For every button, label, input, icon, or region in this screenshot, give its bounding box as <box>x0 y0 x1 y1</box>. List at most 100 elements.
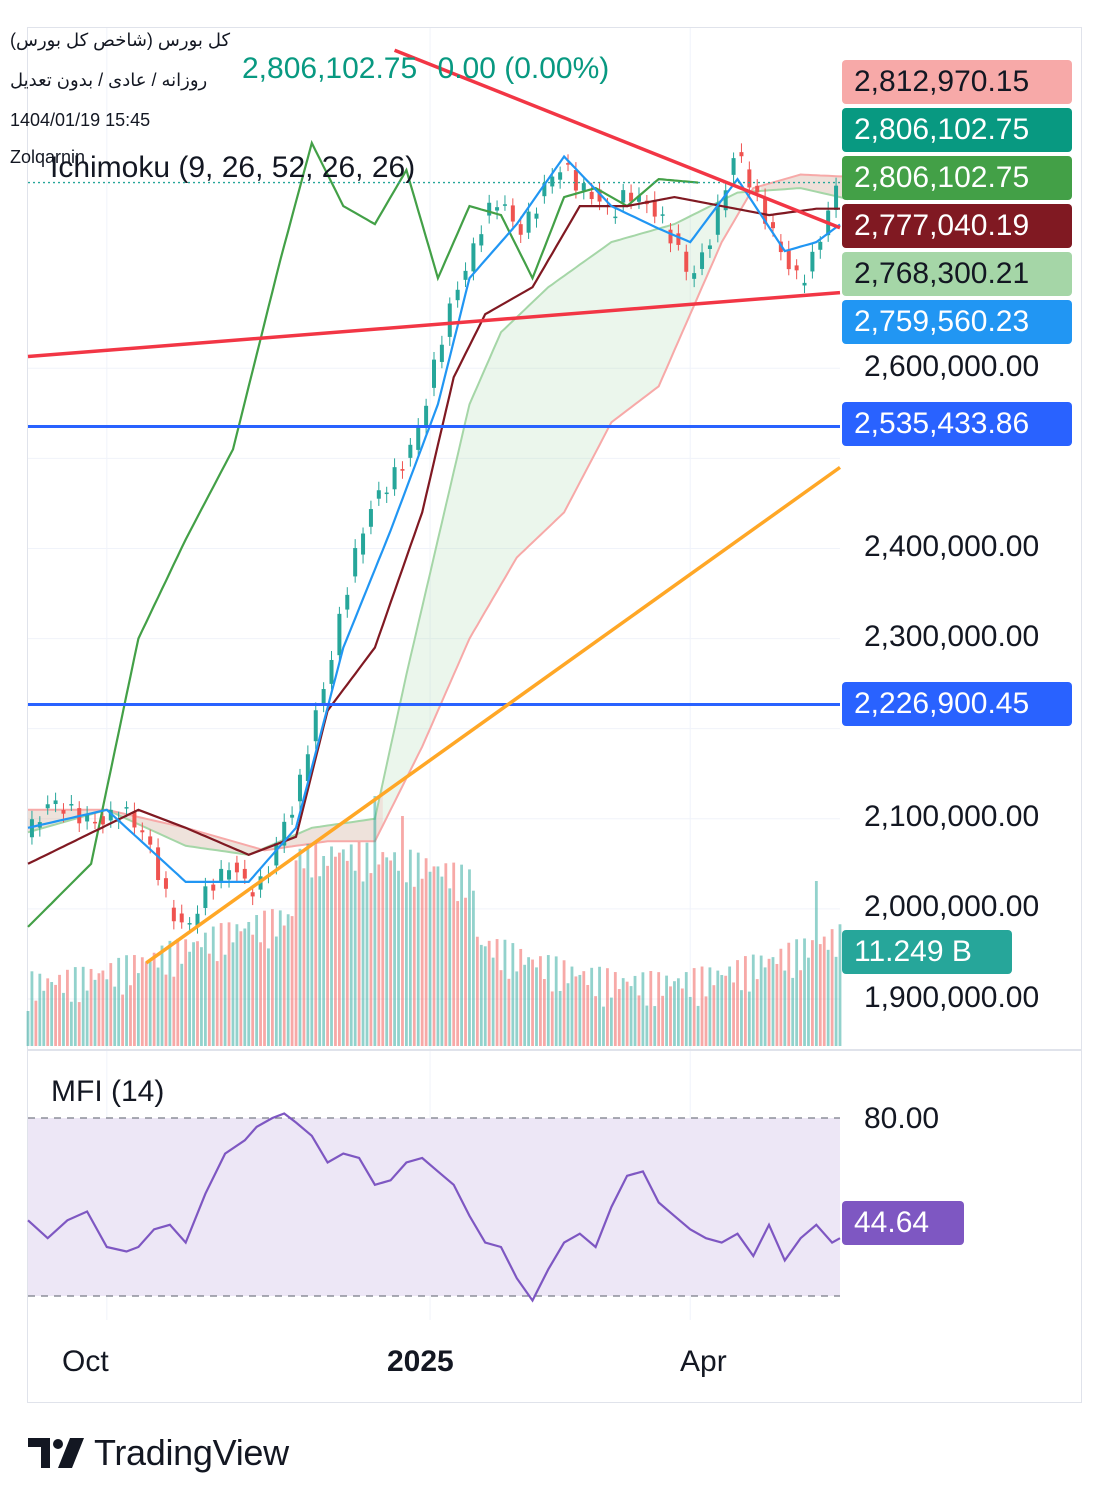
volume-bar <box>704 996 708 1046</box>
volume-bar <box>684 972 688 1046</box>
candle-body <box>463 270 468 280</box>
candle-body <box>61 810 66 814</box>
volume-bar <box>290 916 294 1046</box>
mfi-label[interactable]: MFI (14) <box>51 1075 164 1109</box>
volume-bar <box>223 954 227 1046</box>
volume-bar <box>791 977 795 1046</box>
volume-bar <box>716 970 720 1046</box>
y-tick-2600000: 2,600,000.00 <box>864 350 1040 383</box>
volume-bar <box>211 926 215 1046</box>
volume-bar <box>629 986 633 1046</box>
volume-bar <box>192 942 195 1046</box>
volume-bar <box>811 940 814 1046</box>
volume-bar <box>160 945 164 1046</box>
candle-body <box>163 878 168 889</box>
volume-bar <box>408 849 412 1046</box>
volume-bar <box>341 849 345 1046</box>
candle-body <box>234 862 239 873</box>
volume-bar <box>349 844 353 1046</box>
candle-body <box>707 245 712 249</box>
trendline-support <box>27 290 841 359</box>
candle-body <box>368 509 373 527</box>
x-tick-apr: Apr <box>680 1345 727 1378</box>
volume-bar <box>121 994 125 1046</box>
volume-bar <box>105 979 109 1046</box>
volume-bar <box>196 941 199 1046</box>
volume-bar <box>787 942 791 1046</box>
volume-bar <box>113 986 117 1046</box>
volume-bar <box>436 866 440 1046</box>
candle-body <box>534 213 539 219</box>
tradingview-icon <box>28 1438 84 1468</box>
volume-bar <box>314 841 318 1046</box>
price-badge-1: 2,806,102.75 <box>842 108 1072 152</box>
volume-bar <box>377 864 381 1046</box>
indicator-label[interactable]: Ichimoku (9, 26, 52, 26, 26) <box>50 151 415 185</box>
candle-body <box>424 405 429 426</box>
candle-body <box>132 811 137 828</box>
candle-body <box>550 176 555 187</box>
volume-bar <box>775 963 779 1046</box>
volume-bar <box>62 992 65 1046</box>
volume-bar <box>720 975 724 1046</box>
volume-bar <box>77 1002 81 1046</box>
volume-bar <box>133 955 136 1046</box>
volume-badge: 11.249 B <box>842 930 1012 974</box>
volume-bar <box>412 886 416 1046</box>
candle-body <box>747 169 752 188</box>
candle-body <box>471 243 476 272</box>
volume-bar <box>243 928 247 1046</box>
volume-bar <box>397 870 400 1046</box>
volume-bar <box>542 979 546 1046</box>
candle-body <box>818 241 823 250</box>
volume-bar <box>322 856 326 1046</box>
volume-bar <box>42 990 46 1046</box>
volume-bar <box>653 1006 657 1046</box>
volume-bar <box>460 864 463 1046</box>
volume-bar <box>26 1011 30 1046</box>
volume-bar <box>428 871 432 1046</box>
volume-bar <box>755 979 759 1046</box>
volume-bar <box>621 978 625 1046</box>
volume-bar <box>278 910 282 1046</box>
candle-body <box>353 548 358 577</box>
volume-bar <box>251 934 255 1046</box>
volume-bar <box>582 971 586 1046</box>
volume-bar <box>507 978 511 1046</box>
volume-bar <box>180 963 184 1046</box>
volume-bar <box>830 929 834 1046</box>
volume-bar <box>58 974 61 1046</box>
volume-bar <box>416 852 420 1046</box>
volume-bar <box>609 997 613 1046</box>
candle-body <box>652 200 657 217</box>
y-tick-2300000: 2,300,000.00 <box>864 620 1040 653</box>
volume-bar <box>661 995 665 1046</box>
volume-bar <box>247 921 251 1046</box>
volume-bar <box>617 989 621 1046</box>
volume-bar <box>444 863 448 1046</box>
volume-bar <box>464 897 467 1046</box>
price-change: 0.00 (0.00%) <box>437 52 610 85</box>
volume-bar <box>330 846 333 1046</box>
volume-bar <box>310 877 314 1046</box>
volume-bar <box>270 909 274 1046</box>
volume-bar <box>594 996 598 1046</box>
candle-body <box>432 359 436 388</box>
volume-bar <box>93 979 97 1046</box>
volume-bar <box>535 967 538 1046</box>
tradingview-logo[interactable]: TradingView <box>28 1432 289 1474</box>
volume-bar <box>602 1006 605 1046</box>
timestamp: 1404/01/19 15:45 <box>10 110 151 130</box>
candle-body <box>69 804 74 806</box>
candle-body <box>581 183 586 191</box>
candle-body <box>660 214 665 216</box>
candle-body <box>53 800 58 805</box>
volume-bar <box>274 936 278 1046</box>
volume-bar <box>294 860 298 1046</box>
level-badge-1: 2,226,900.45 <box>842 682 1072 726</box>
volume-bar <box>799 970 802 1046</box>
volume-bar <box>369 873 373 1046</box>
volume-bar <box>740 990 743 1046</box>
x-tick-2025: 2025 <box>387 1345 454 1378</box>
candle-body <box>621 190 626 203</box>
